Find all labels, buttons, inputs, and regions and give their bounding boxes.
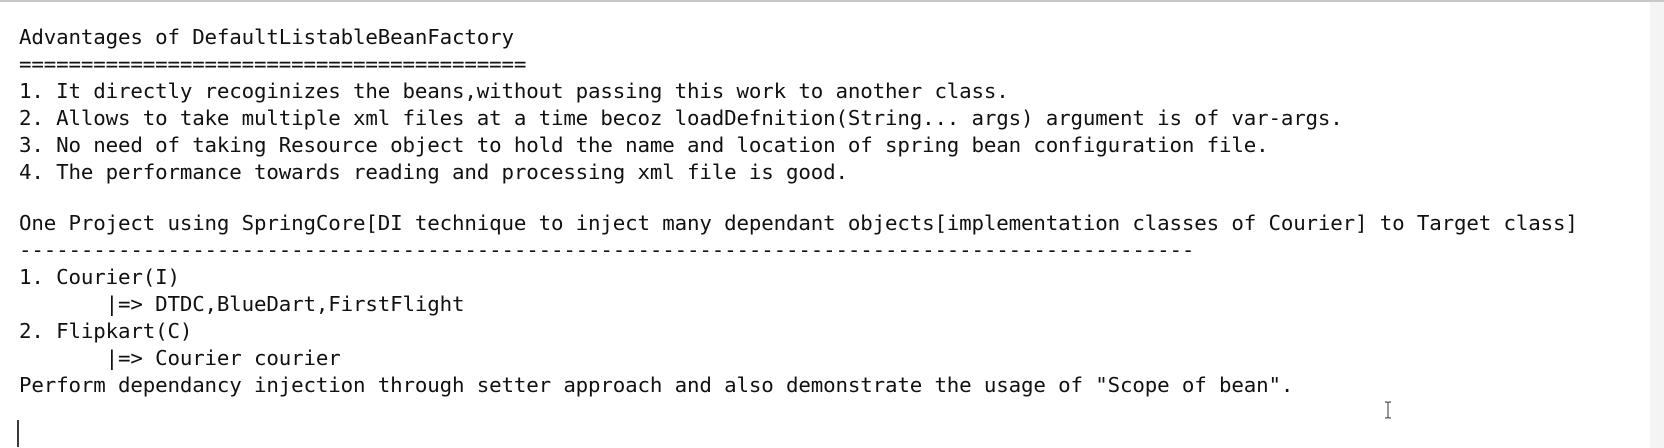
project-title-line: One Project using SpringCore[DI techniqu… <box>19 211 1578 235</box>
text-line: |=> Courier courier <box>19 346 341 370</box>
text-line: 1. It directly recoginizes the beans,wit… <box>19 79 1009 103</box>
ibeam-cursor-icon <box>1385 401 1391 419</box>
heading-line: Advantages of DefaultListableBeanFactory <box>19 25 514 49</box>
text-line: Perform dependancy injection through set… <box>19 373 1294 397</box>
text-line: 2. Flipkart(C) <box>19 319 193 343</box>
text-line: 4. The performance towards reading and p… <box>19 160 848 184</box>
window-edge <box>1650 2 1664 448</box>
text-line: 3. No need of taking Resource object to … <box>19 133 1269 157</box>
text-caret <box>17 420 19 447</box>
separator-line: ========================================… <box>19 52 527 76</box>
text-line: |=> DTDC,BlueDart,FirstFlight <box>19 292 465 316</box>
text-line: 2. Allows to take multiple xml files at … <box>19 106 1343 130</box>
text-line: 1. Courier(I) <box>19 265 180 289</box>
separator-line: ----------------------------------------… <box>19 238 1195 262</box>
text-editor[interactable]: Advantages of DefaultListableBeanFactory… <box>0 0 1664 448</box>
